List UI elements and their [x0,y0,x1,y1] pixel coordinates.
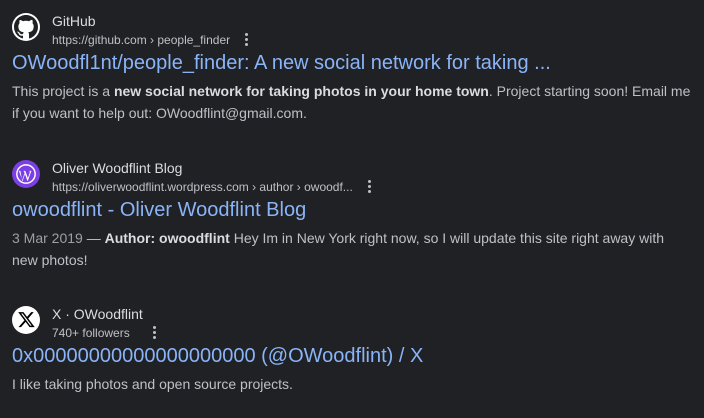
result-snippet: I like taking photos and open source pro… [12,373,692,395]
result-snippet: 3 Mar 2019 — Author: owoodflint Hey Im i… [12,227,692,271]
follower-count: 740+ followers [52,324,160,342]
site-url-text: https://oliverwoodflint.wordpress.com › … [52,180,353,194]
search-result-x: X · OWoodflint 740+ followers 0x00000000… [12,305,692,395]
result-title-link[interactable]: 0x00000000000000000000 (@OWoodflint) / X [12,343,692,369]
more-options-icon[interactable] [363,178,375,194]
more-options-icon[interactable] [240,31,252,47]
snippet-highlight: owoodflint [159,230,230,246]
result-source[interactable]: Oliver Woodflint Blog https://oliverwood… [12,159,692,194]
site-url-text: https://github.com › people_finder [52,33,231,47]
site-url: https://oliverwoodflint.wordpress.com › … [52,178,375,196]
snippet-text: — [82,230,105,246]
snippet-highlight: new social network for taking photos in … [113,83,489,99]
wordpress-icon [12,160,40,188]
result-source[interactable]: GitHub https://github.com › people_finde… [12,12,692,47]
result-title-link[interactable]: owoodflint - Oliver Woodflint Blog [12,197,692,223]
result-title-link[interactable]: OWoodfl1nt/people_finder: A new social n… [12,50,692,76]
snippet-highlight: Author: [104,230,156,246]
site-url: https://github.com › people_finder [52,31,252,49]
site-name: GitHub [52,13,96,29]
result-source[interactable]: X · OWoodflint 740+ followers [12,305,692,340]
search-result-github: GitHub https://github.com › people_finde… [12,12,692,124]
follower-count-text: 740+ followers [52,326,130,340]
site-name: X · OWoodflint [52,306,143,322]
result-snippet: This project is a new social network for… [12,80,692,124]
result-date: 3 Mar 2019 [12,230,83,246]
github-icon [12,13,40,41]
x-logo-icon [12,306,40,334]
more-options-icon[interactable] [148,324,160,340]
site-name: Oliver Woodflint Blog [52,160,183,176]
snippet-text: I like taking photos and open source pro… [12,376,293,392]
search-result-blog: Oliver Woodflint Blog https://oliverwood… [12,159,692,271]
snippet-text: This project is a [12,83,114,99]
